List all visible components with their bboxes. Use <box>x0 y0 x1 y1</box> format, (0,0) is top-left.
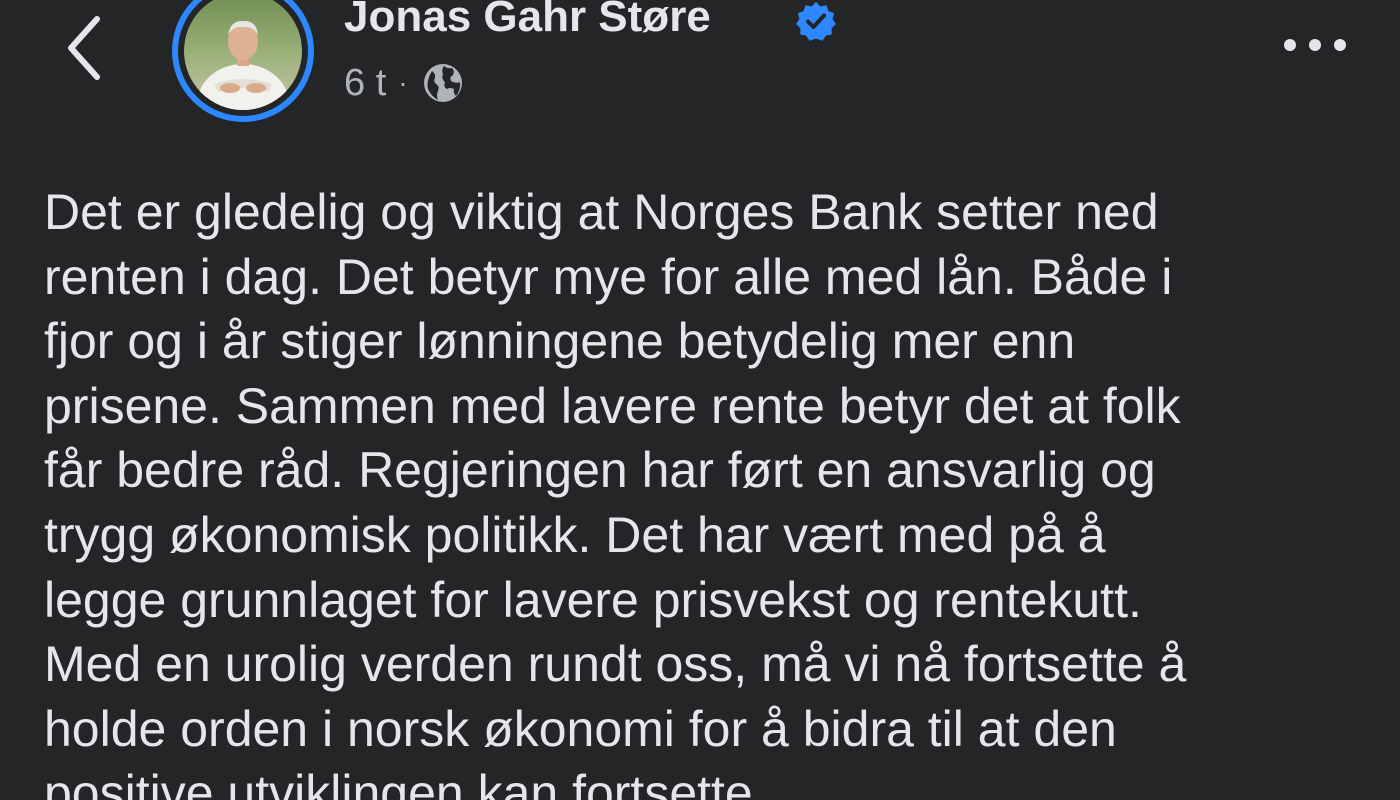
chevron-left-icon <box>68 16 100 80</box>
more-options-button[interactable] <box>1278 20 1352 70</box>
more-horizontal-icon <box>1284 39 1346 51</box>
back-button[interactable] <box>52 8 116 88</box>
meta-separator: · <box>398 67 408 98</box>
post-screen: Jonas Gahr Støre 6 t · Det er gledelig o… <box>0 0 1400 800</box>
verified-badge-icon <box>796 2 836 41</box>
post-meta: 6 t · <box>344 60 464 106</box>
profile-photo <box>184 0 302 110</box>
timestamp[interactable]: 6 t <box>344 62 386 105</box>
post-body-text: Det er gledelig og viktig at Norges Bank… <box>44 184 1187 800</box>
author-name[interactable]: Jonas Gahr Støre <box>344 0 711 42</box>
avatar-story-ring[interactable] <box>172 0 314 122</box>
globe-icon[interactable] <box>422 62 464 104</box>
avatar <box>184 0 302 110</box>
